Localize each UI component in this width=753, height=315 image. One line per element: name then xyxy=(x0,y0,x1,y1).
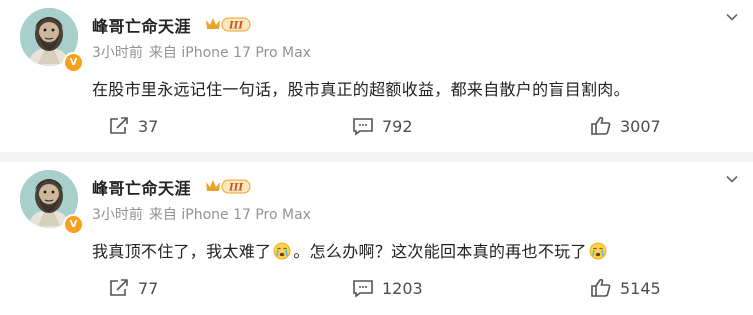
repost-button[interactable]: 37 xyxy=(108,114,158,138)
post-time[interactable]: 3小时前 xyxy=(92,207,143,223)
post-time[interactable]: 3小时前 xyxy=(92,45,143,61)
comment-icon xyxy=(353,280,373,298)
like-button[interactable]: 5145 xyxy=(590,276,661,300)
post-card: V 峰哥亡命天涯 III 3小时前 来自 iPhone 17 Pro Max 在股… xyxy=(0,0,753,152)
comment-count: 1203 xyxy=(382,278,423,298)
comment-button[interactable]: 1203 xyxy=(352,276,423,300)
comment-icon xyxy=(353,118,373,136)
username[interactable]: 峰哥亡命天涯 xyxy=(92,13,191,37)
svg-text:III: III xyxy=(228,21,243,32)
content-text: 。怎么办啊？这次能回本真的再也不玩了 xyxy=(293,242,587,261)
like-icon xyxy=(591,116,611,135)
repost-icon xyxy=(110,117,128,134)
post-meta: 3小时前 来自 iPhone 17 Pro Max xyxy=(92,42,311,62)
post-content: 我真顶不住了，我太难了 。怎么办啊？这次能回本真的再也不玩了 xyxy=(92,238,609,262)
comment-button[interactable]: 792 xyxy=(352,114,413,138)
repost-count: 37 xyxy=(138,116,159,136)
post-content: 在股市里永远记住一句话，股市真正的超额收益，都来自散户的盲目割肉。 xyxy=(92,80,630,99)
post-source: 来自 iPhone 17 Pro Max xyxy=(148,207,311,223)
post-separator xyxy=(0,152,753,162)
verified-badge: V xyxy=(63,52,84,73)
post-card: V 峰哥亡命天涯 III 3小时前 来自 iPhone 17 Pro Max 我真… xyxy=(0,162,753,315)
like-icon xyxy=(591,278,611,297)
like-count: 5145 xyxy=(620,278,661,298)
verified-badge: V xyxy=(63,214,84,235)
repost-icon xyxy=(110,279,128,296)
crying-emoji-icon xyxy=(273,242,291,260)
post-actions: 37 792 3007 xyxy=(0,114,753,138)
repost-button[interactable]: 77 xyxy=(108,276,158,300)
content-text: 我真顶不住了，我太难了 xyxy=(92,242,272,261)
like-count: 3007 xyxy=(620,116,661,136)
post-meta: 3小时前 来自 iPhone 17 Pro Max xyxy=(92,204,311,224)
crying-emoji-icon xyxy=(589,242,607,260)
post-actions: 77 1203 5145 xyxy=(0,276,753,300)
repost-count: 77 xyxy=(138,278,159,298)
post-source: 来自 iPhone 17 Pro Max xyxy=(148,45,311,61)
username[interactable]: 峰哥亡命天涯 xyxy=(92,175,191,199)
svg-text:III: III xyxy=(228,183,243,194)
chevron-down-icon[interactable] xyxy=(725,172,739,186)
like-button[interactable]: 3007 xyxy=(590,114,661,138)
vip-level-badge[interactable]: III xyxy=(205,16,251,32)
vip-level-badge[interactable]: III xyxy=(205,178,251,194)
chevron-down-icon[interactable] xyxy=(725,10,739,24)
comment-count: 792 xyxy=(382,116,413,136)
